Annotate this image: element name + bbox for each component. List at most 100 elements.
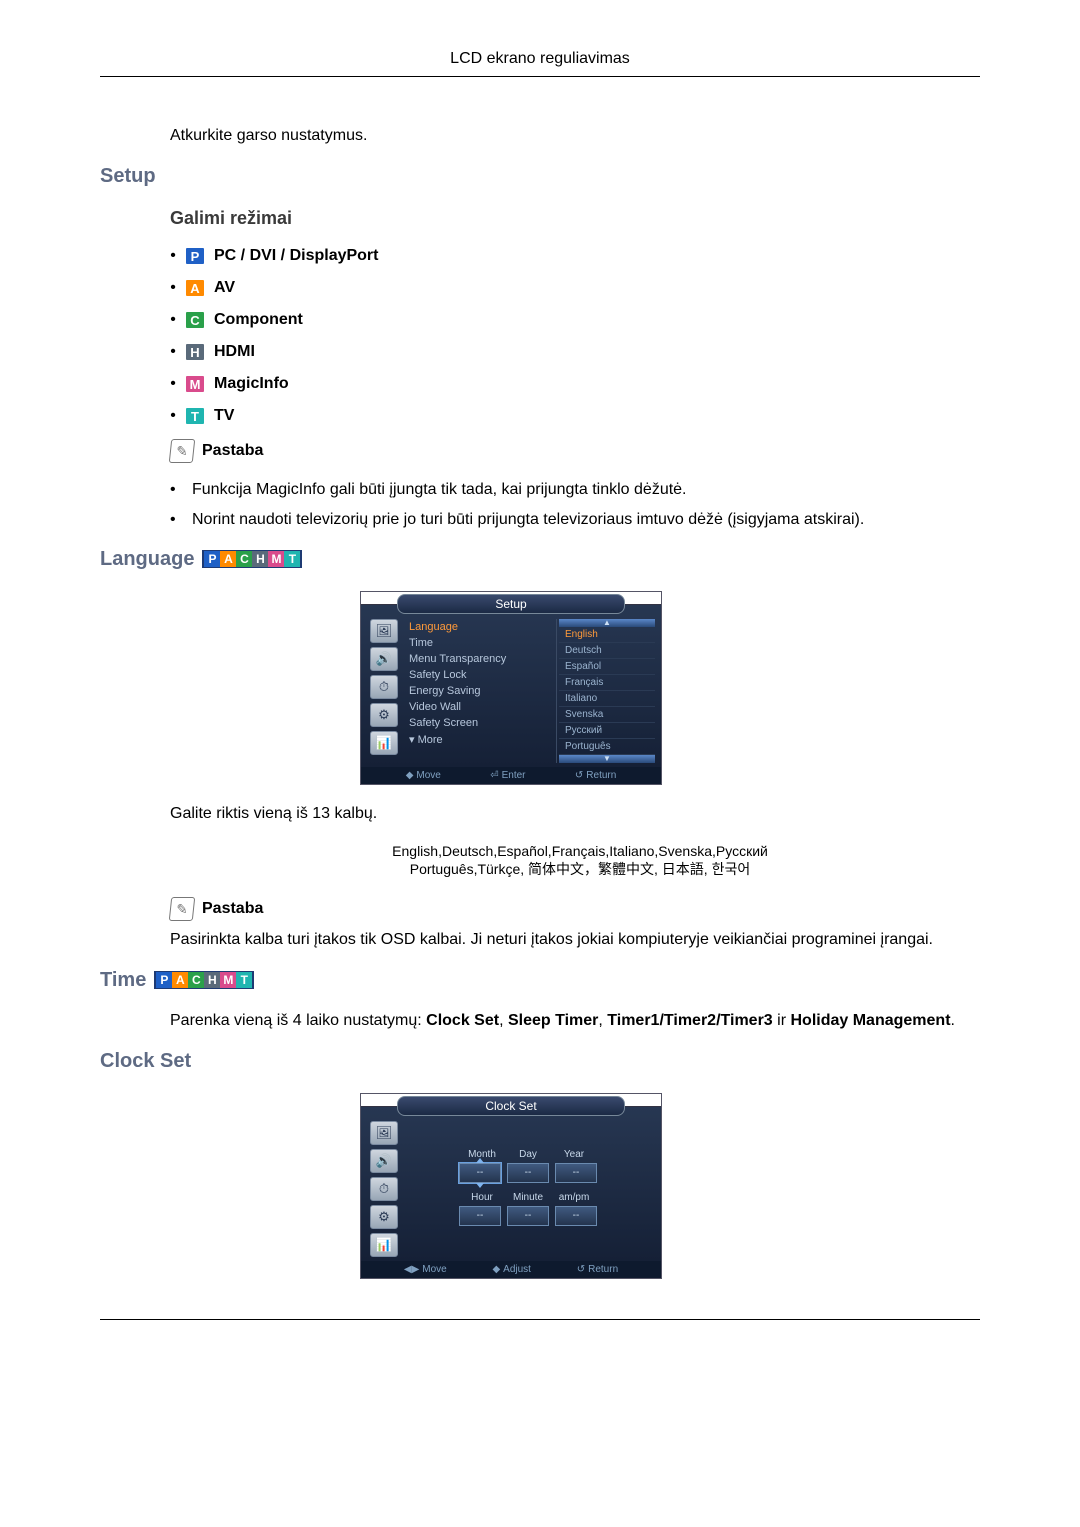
osd-side-icon[interactable]: 📊 [370, 1233, 398, 1257]
osd-side-icon[interactable]: ⚙ [370, 1205, 398, 1229]
time-opt: Holiday Management [790, 1012, 950, 1029]
note-label: Pastaba [202, 442, 263, 460]
intro-text: Atkurkite garso nustatymus. [170, 127, 980, 145]
note-label: Pastaba [202, 900, 263, 918]
mode-label: TV [214, 407, 234, 425]
bullet: • [170, 279, 176, 297]
mode-badge-icon: A [186, 280, 204, 296]
language-heading: Language [100, 548, 194, 571]
osd-side-icon[interactable]: 📊 [370, 731, 398, 755]
osd-lang-item[interactable]: Svenska [559, 707, 655, 723]
page-header: LCD ekrano reguliavimas [100, 50, 980, 77]
page-footer-rule [100, 1319, 980, 1330]
bullet: • [170, 343, 176, 361]
val-ampm[interactable]: -- [555, 1206, 597, 1226]
mode-badge-icon: M [220, 972, 236, 988]
clock-body: Month Day Year -- -- -- Hour Minute am/p… [401, 1121, 655, 1257]
osd-side-icon[interactable]: 🔊 [370, 1149, 398, 1173]
bullet: • [170, 311, 176, 329]
time-opt: Sleep Timer [508, 1012, 598, 1029]
mode-badge-icon: A [172, 972, 188, 988]
hint-return: Return [588, 1264, 618, 1275]
mode-row: •HHDMI [170, 343, 980, 361]
note-icon: ✎ [169, 439, 196, 463]
osd-menu-item[interactable]: Menu Transparency [409, 651, 552, 667]
mode-label: AV [214, 279, 235, 297]
mode-list: •PPC / DVI / DisplayPort•AAV•CComponent•… [170, 247, 980, 425]
osd-lang-item[interactable]: Español [559, 659, 655, 675]
osd-lang-item[interactable]: Русский [559, 723, 655, 739]
scroll-up-icon[interactable]: ▲ [559, 619, 655, 627]
adjust-icon: ◆ [492, 1264, 500, 1275]
note-item: •Funkcija MagicInfo gali būti įjungta ti… [170, 479, 980, 501]
lbl-hour: Hour [462, 1192, 502, 1203]
osd-side-icon[interactable]: 🖼 [370, 1121, 398, 1145]
osd-lang-item[interactable]: English [559, 627, 655, 643]
osd-side-icon[interactable]: ⚙ [370, 703, 398, 727]
lbl-ampm: am/pm [554, 1192, 594, 1203]
hint-enter: Enter [502, 770, 526, 781]
lbl-day: Day [508, 1149, 548, 1160]
time-opt: Clock Set [426, 1012, 499, 1029]
osd-lang-item[interactable]: Deutsch [559, 643, 655, 659]
mode-row: •PPC / DVI / DisplayPort [170, 247, 980, 265]
time-pre: Parenka vieną iš 4 laiko nustatymų: [170, 1012, 426, 1029]
osd-side-icon[interactable]: ⏱ [370, 1177, 398, 1201]
osd-side-icon[interactable]: 🖼 [370, 619, 398, 643]
osd-menu-item[interactable]: Time [409, 635, 552, 651]
hint-move: Move [416, 770, 440, 781]
scroll-down-icon[interactable]: ▼ [559, 755, 655, 763]
mode-badge-icon: T [186, 408, 204, 424]
mode-row: • A AV [170, 279, 980, 297]
return-icon: ↺ [575, 770, 583, 781]
sep: , [598, 1012, 607, 1029]
osd-menu-item[interactable]: Energy Saving [409, 683, 552, 699]
mode-badge-icon: H [204, 972, 220, 988]
osd-lang-item[interactable]: Italiano [559, 691, 655, 707]
osd-menu-item[interactable]: Video Wall [409, 699, 552, 715]
mode-badge-icon: P [156, 972, 172, 988]
hint-adjust: Adjust [503, 1264, 531, 1275]
osd-menu-item[interactable]: ▾ More [409, 731, 552, 748]
lang-list-2: Português,Türkçe, 简体中文，繁體中文, 日本語, 한국어 [300, 859, 860, 879]
val-minute[interactable]: -- [507, 1206, 549, 1226]
osd-clockset: Clock Set 🖼 🔊 ⏱ ⚙ 📊 Month Day Year -- -- -- … [360, 1093, 662, 1279]
bullet: • [170, 375, 176, 393]
osd-lang-item[interactable]: Português [559, 739, 655, 755]
mode-label: HDMI [214, 343, 255, 361]
osd-lang-item[interactable]: Français [559, 675, 655, 691]
note-icon: ✎ [169, 897, 196, 921]
val-hour[interactable]: -- [459, 1206, 501, 1226]
move-icon: ◀▶ [404, 1264, 419, 1275]
mode-label: Component [214, 311, 303, 329]
osd-lang-list: ▲ EnglishDeutschEspañolFrançaisItalianoS… [556, 619, 655, 763]
bullet: • [170, 407, 176, 425]
setup-heading: Setup [100, 165, 980, 188]
lbl-minute: Minute [508, 1192, 548, 1203]
osd-side-icons: 🖼 🔊 ⏱ ⚙ 📊 [367, 1121, 401, 1257]
language-list: English,Deutsch,Español,Français,Italian… [300, 843, 860, 879]
mode-badge-icon: M [268, 551, 284, 567]
and: ir [773, 1012, 791, 1029]
val-day[interactable]: -- [507, 1163, 549, 1183]
osd-side-icon[interactable]: 🔊 [370, 647, 398, 671]
mode-badge-icon: C [236, 551, 252, 567]
bullet: • [170, 247, 176, 265]
lbl-year: Year [554, 1149, 594, 1160]
osd-side-icon[interactable]: ⏱ [370, 675, 398, 699]
time-opt: Timer1/Timer2/Timer3 [607, 1012, 772, 1029]
osd-menu-item[interactable]: Safety Lock [409, 667, 552, 683]
note-item: •Norint naudoti televizorių prie jo turi… [170, 509, 980, 531]
val-year[interactable]: -- [555, 1163, 597, 1183]
mode-badge-icon: T [236, 972, 252, 988]
mode-row: •MMagicInfo [170, 375, 980, 393]
time-heading: Time [100, 969, 146, 992]
osd-menu-item[interactable]: Language [409, 619, 552, 635]
mode-badge-icon: H [252, 551, 268, 567]
osd-menu-item[interactable]: Safety Screen [409, 715, 552, 731]
mode-row: • T TV [170, 407, 980, 425]
dot: . [951, 1012, 955, 1029]
osd-title: Clock Set [397, 1096, 625, 1116]
val-month[interactable]: -- [459, 1163, 501, 1183]
mode-badge-icon: C [186, 312, 204, 328]
